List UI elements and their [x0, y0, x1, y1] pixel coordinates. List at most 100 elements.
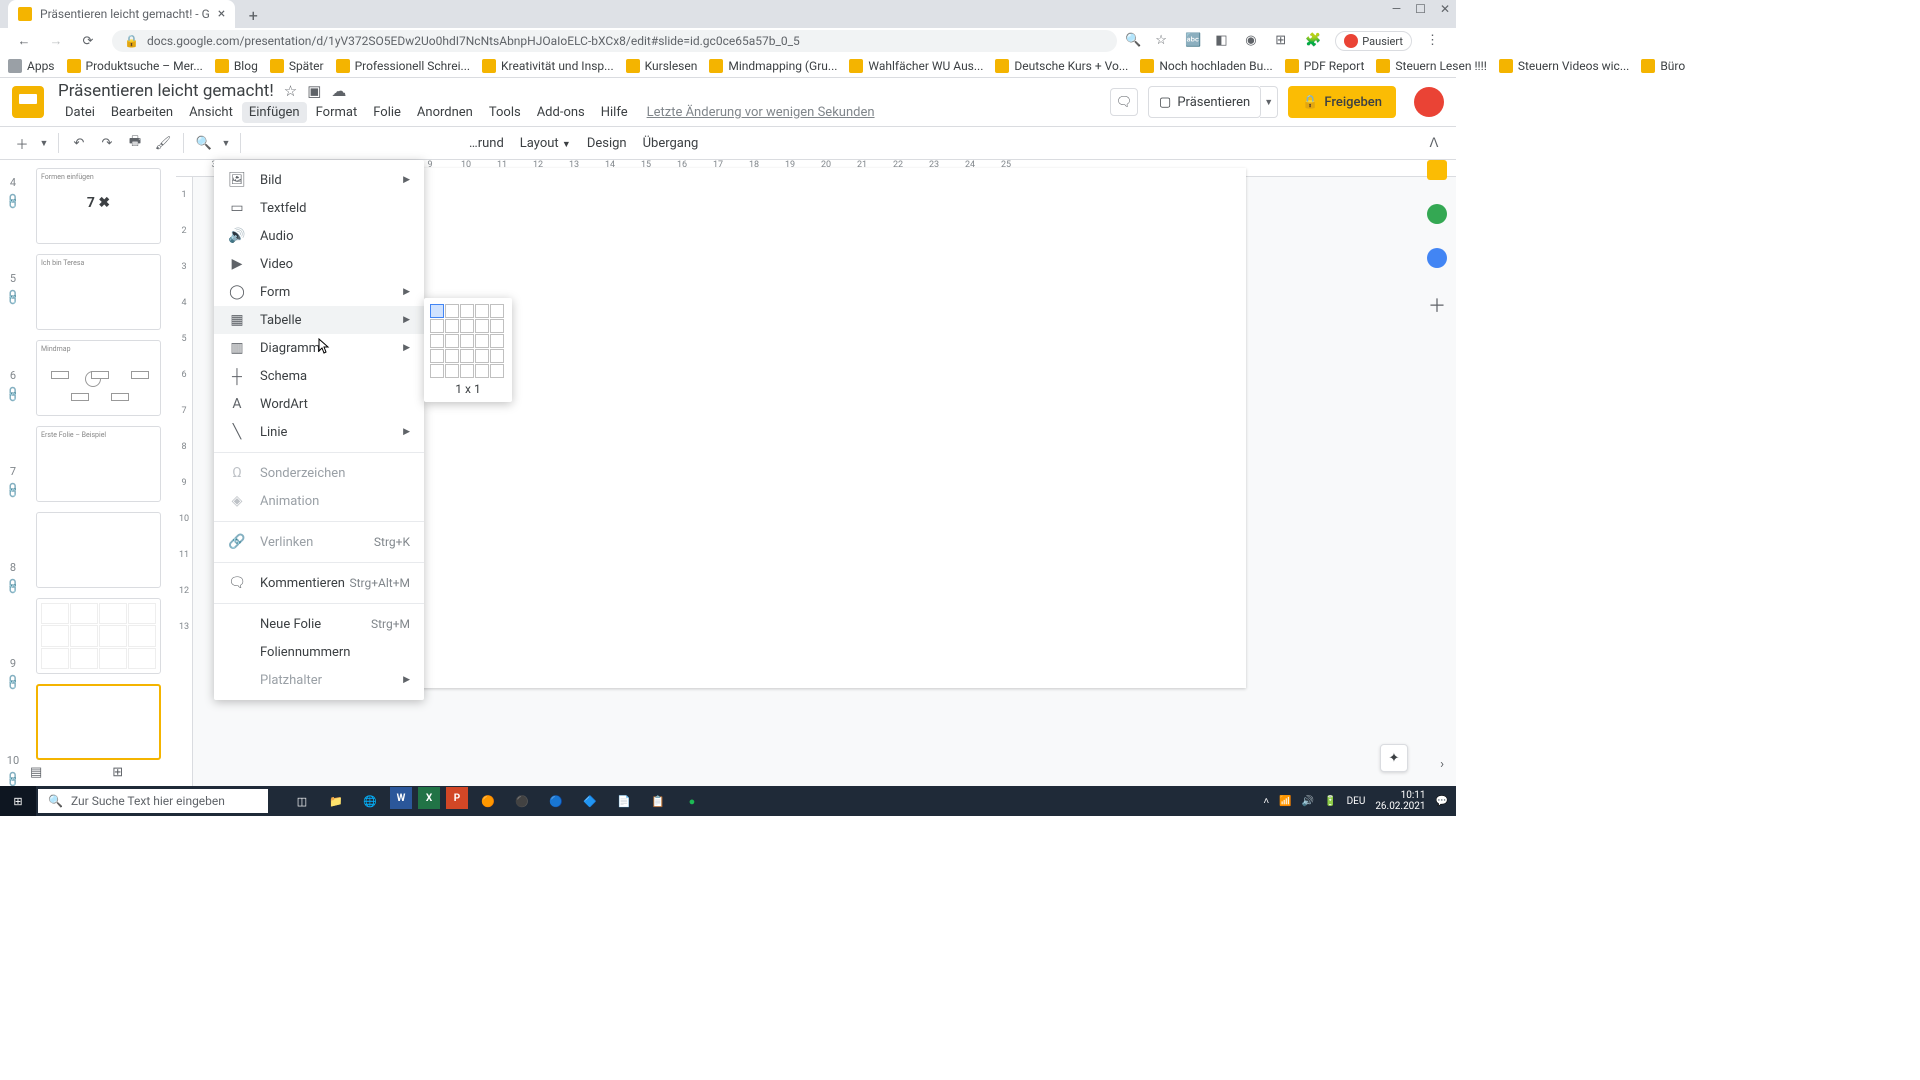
menu-tools[interactable]: Tools: [482, 102, 528, 123]
collapse-toolbar-button[interactable]: ᐱ: [1422, 131, 1446, 155]
last-edit-link[interactable]: Letzte Änderung vor wenigen Sekunden: [647, 105, 875, 120]
spotify-icon[interactable]: ●: [678, 787, 706, 815]
table-grid-cell[interactable]: [430, 304, 444, 318]
next-arrow-icon[interactable]: ›: [1440, 757, 1444, 772]
tray-chevron-icon[interactable]: ˄: [1263, 796, 1269, 807]
transition-button[interactable]: Übergang: [637, 133, 705, 154]
table-grid-cell[interactable]: [490, 304, 504, 318]
extensions-icon[interactable]: 🧩: [1305, 33, 1321, 49]
menu-item-linie[interactable]: ╲Linie▶: [214, 418, 424, 446]
menu-add-ons[interactable]: Add-ons: [530, 102, 592, 123]
star-icon[interactable]: ☆: [1155, 33, 1171, 49]
menu-bearbeiten[interactable]: Bearbeiten: [104, 102, 180, 123]
paint-format-button[interactable]: 🖌: [151, 131, 175, 155]
table-grid-cell[interactable]: [490, 319, 504, 333]
excel-icon[interactable]: X: [418, 787, 440, 809]
design-button[interactable]: Design: [581, 133, 633, 154]
table-grid-cell[interactable]: [460, 304, 474, 318]
comments-button[interactable]: 🗨: [1110, 88, 1138, 116]
url-bar[interactable]: 🔒 docs.google.com/presentation/d/1yV372S…: [112, 30, 1117, 52]
new-slide-button[interactable]: ＋: [10, 131, 34, 155]
bookmark-item[interactable]: Produktsuche – Mer...: [67, 59, 203, 73]
filmstrip-view-icon[interactable]: ▤: [30, 765, 42, 780]
maximize-button[interactable]: ☐: [1415, 2, 1426, 16]
task-view-icon[interactable]: ◫: [288, 787, 316, 815]
zoom-icon[interactable]: 🔍: [1125, 33, 1141, 49]
menu-item-neue folie[interactable]: Neue FolieStrg+M: [214, 610, 424, 638]
reload-button[interactable]: ⟳: [76, 29, 100, 53]
bookmark-item[interactable]: Apps: [8, 59, 55, 73]
bookmark-item[interactable]: Professionell Schrei...: [336, 59, 470, 73]
app-icon[interactable]: 📋: [644, 787, 672, 815]
clock[interactable]: 10:11 26.02.2021: [1375, 790, 1425, 812]
slides-logo-icon[interactable]: [12, 86, 44, 118]
table-grid-cell[interactable]: [430, 334, 444, 348]
start-button[interactable]: ⊞: [0, 786, 36, 816]
menu-item-form[interactable]: ◯Form▶: [214, 278, 424, 306]
table-grid-cell[interactable]: [430, 349, 444, 363]
word-icon[interactable]: W: [390, 787, 412, 809]
browser-tab[interactable]: Präsentieren leicht gemacht! - G ×: [8, 0, 235, 28]
slide-thumbnail[interactable]: [36, 684, 161, 760]
app-icon[interactable]: ⚫: [508, 787, 536, 815]
redo-button[interactable]: ↷: [95, 131, 119, 155]
volume-icon[interactable]: 🔊: [1302, 796, 1314, 807]
table-grid-cell[interactable]: [490, 349, 504, 363]
bookmark-item[interactable]: Steuern Videos wic...: [1499, 59, 1629, 73]
menu-item-foliennummern[interactable]: Foliennummern: [214, 638, 424, 666]
language-indicator[interactable]: DEU: [1347, 796, 1366, 807]
menu-item-schema[interactable]: ┼Schema: [214, 362, 424, 390]
account-avatar[interactable]: [1414, 87, 1444, 117]
bookmark-item[interactable]: Kreativität und Insp...: [482, 59, 614, 73]
zoom-dropdown[interactable]: ▼: [220, 131, 232, 155]
move-icon[interactable]: ▣: [307, 82, 321, 100]
minimize-button[interactable]: —: [1392, 2, 1401, 16]
wifi-icon[interactable]: 📶: [1279, 796, 1291, 807]
menu-item-audio[interactable]: 🔊Audio: [214, 222, 424, 250]
bookmark-item[interactable]: PDF Report: [1285, 59, 1365, 73]
menu-einfügen[interactable]: Einfügen: [242, 102, 307, 123]
toolbar-hidden[interactable]: …rund: [463, 133, 510, 154]
grid-view-icon[interactable]: ⊞: [112, 765, 123, 780]
bookmark-item[interactable]: Wahlfächer WU Aus...: [849, 59, 983, 73]
table-grid-cell[interactable]: [460, 349, 474, 363]
menu-anordnen[interactable]: Anordnen: [410, 102, 480, 123]
menu-item-kommentieren[interactable]: 🗨KommentierenStrg+Alt+M: [214, 569, 424, 597]
keep-icon[interactable]: [1427, 160, 1447, 180]
contacts-icon[interactable]: [1427, 248, 1447, 268]
menu-item-diagramm[interactable]: ▥Diagramm▶: [214, 334, 424, 362]
table-size-picker[interactable]: 1 x 1: [424, 298, 512, 402]
ext-icon[interactable]: ◧: [1215, 33, 1231, 49]
slide-thumbnail[interactable]: [36, 512, 161, 588]
menu-dots-icon[interactable]: ⋮: [1426, 33, 1442, 49]
ext-icon[interactable]: ⊞: [1275, 33, 1291, 49]
app-icon[interactable]: 📄: [610, 787, 638, 815]
bookmark-item[interactable]: Deutsche Kurs + Vo...: [995, 59, 1128, 73]
explorer-icon[interactable]: 📁: [322, 787, 350, 815]
table-grid-cell[interactable]: [475, 334, 489, 348]
bookmark-item[interactable]: Büro: [1641, 59, 1685, 73]
menu-item-bild[interactable]: 🖼Bild▶: [214, 166, 424, 194]
table-grid-cell[interactable]: [460, 334, 474, 348]
explore-button[interactable]: ✦: [1380, 744, 1408, 772]
profile-pausiert[interactable]: Pausiert: [1335, 31, 1412, 51]
battery-icon[interactable]: 🔋: [1324, 796, 1336, 807]
table-grid-cell[interactable]: [490, 364, 504, 378]
app-icon[interactable]: 🔷: [576, 787, 604, 815]
slide-thumbnail[interactable]: Erste Folie – Beispiel: [36, 426, 161, 502]
bookmark-item[interactable]: Später: [270, 59, 324, 73]
table-grid-cell[interactable]: [445, 334, 459, 348]
table-grid-cell[interactable]: [430, 319, 444, 333]
back-button[interactable]: ←: [12, 29, 36, 53]
chrome-icon[interactable]: 🔵: [542, 787, 570, 815]
forward-button[interactable]: →: [44, 29, 68, 53]
slide-thumbnail[interactable]: Formen einfügen7 ✖: [36, 168, 161, 244]
menu-folie[interactable]: Folie: [366, 102, 408, 123]
table-grid-cell[interactable]: [490, 334, 504, 348]
bookmark-item[interactable]: Blog: [215, 59, 258, 73]
table-grid-cell[interactable]: [475, 319, 489, 333]
menu-item-video[interactable]: ▶Video: [214, 250, 424, 278]
table-grid-cell[interactable]: [445, 304, 459, 318]
menu-item-wordart[interactable]: AWordArt: [214, 390, 424, 418]
powerpoint-icon[interactable]: P: [446, 787, 468, 809]
